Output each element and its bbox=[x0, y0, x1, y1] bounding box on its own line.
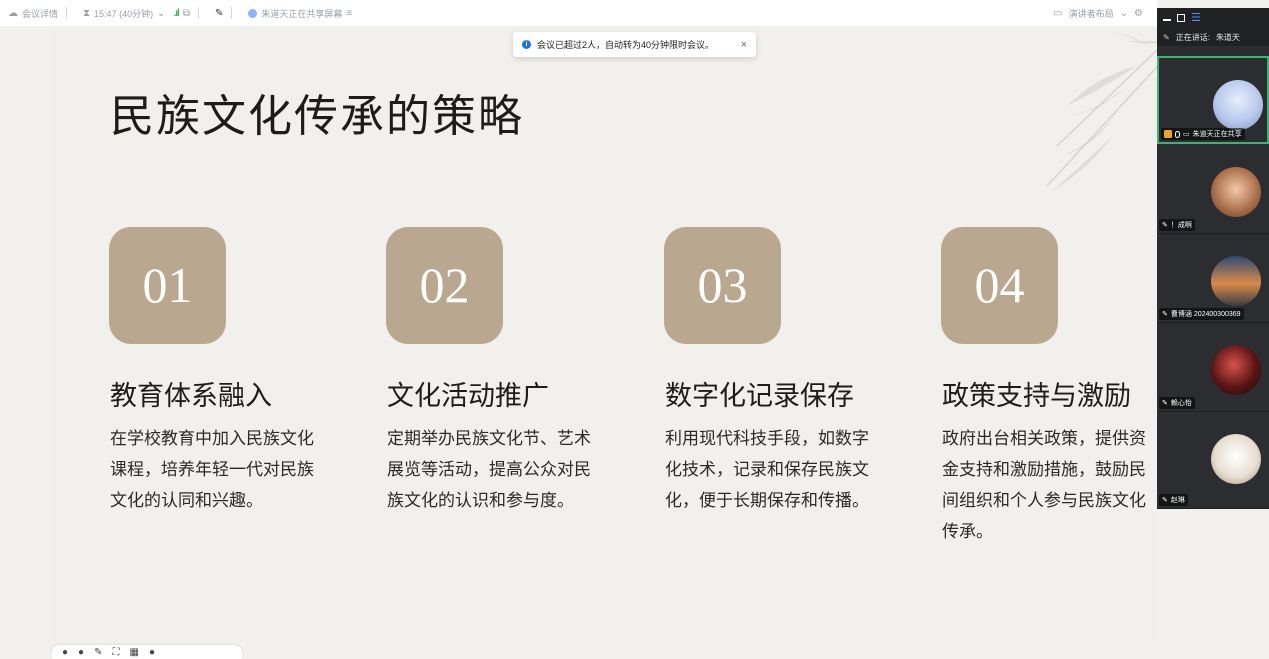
sharing-status[interactable]: 朱道天正在共享屏幕 ≡ bbox=[248, 7, 352, 20]
speaking-indicator: ✎ 正在讲话: 朱道天 bbox=[1157, 28, 1269, 46]
mic-muted-icon: ✎ bbox=[1162, 222, 1168, 229]
mic-muted-icon: ✎ bbox=[1162, 400, 1168, 407]
participant-tile[interactable]: ✎ ！成啊 bbox=[1157, 145, 1269, 234]
speaking-name: 朱道天 bbox=[1215, 32, 1240, 42]
settings-icon[interactable]: ⚙ bbox=[1134, 8, 1143, 19]
participant-tile[interactable]: ✎ 赵琳 bbox=[1157, 412, 1269, 509]
fullscreen-icon[interactable]: ⛶ bbox=[112, 647, 119, 658]
next-icon[interactable]: ● bbox=[78, 647, 84, 658]
mic-muted-icon: ✎ bbox=[1162, 311, 1168, 318]
avatar bbox=[1211, 256, 1261, 306]
participant-tile[interactable]: ✎ 赖心怡 bbox=[1157, 323, 1269, 412]
list-view-icon[interactable]: ☰ bbox=[1191, 13, 1201, 24]
meeting-info-label: 会议详情 bbox=[22, 8, 59, 19]
participant-name-tag: ✎ 赵琳 bbox=[1159, 494, 1188, 506]
mic-muted-icon: ✎ bbox=[1162, 497, 1168, 504]
prev-icon[interactable]: ● bbox=[62, 647, 68, 658]
participant-tile[interactable]: ✎ 曹博涵 202400300369 bbox=[1157, 234, 1269, 323]
slide-title: 民族文化传承的策略 bbox=[110, 91, 524, 142]
app-logo-icon: ☁ bbox=[8, 7, 18, 19]
timer-label: 15:47 (40分钟) bbox=[94, 8, 154, 19]
divider bbox=[197, 7, 199, 19]
card-number-1: 01 bbox=[109, 227, 226, 344]
screen-share-icon: ▭ bbox=[1183, 131, 1190, 138]
chevron-down-icon: ⌄ bbox=[1119, 7, 1129, 19]
slide-toolbar: ● ● ✎ ⛶ ▦ ● bbox=[50, 640, 1157, 659]
grid-icon[interactable]: ▦ bbox=[129, 647, 138, 658]
slide-tools: ● ● ✎ ⛶ ▦ ● bbox=[52, 645, 242, 659]
close-icon[interactable]: × bbox=[741, 39, 747, 51]
timer[interactable]: ⧗ 15:47 (40分钟) ⌄ bbox=[83, 7, 165, 20]
card-number-4: 04 bbox=[941, 227, 1058, 344]
card-desc-1: 在学校教育中加入民族文化课程，培养年轻一代对民族文化的认同和兴趣。 bbox=[110, 429, 314, 511]
chevron-down-icon: ⌄ bbox=[157, 7, 166, 19]
info-icon: i bbox=[522, 40, 531, 49]
card-title-2: 文化活动推广 bbox=[387, 381, 549, 412]
layout-button[interactable]: 演讲者布局 bbox=[1069, 7, 1114, 20]
card-desc-3: 利用现代科技手段，如数字化技术，记录和保存民族文化，便于长期保存和传播。 bbox=[665, 429, 869, 511]
avatar bbox=[1211, 434, 1261, 484]
bamboo-decoration bbox=[1046, 31, 1157, 191]
participant-panel: ☰ ✎ 正在讲话: 朱道天 ▭ 朱道天正在共享 ✎ ！成啊 ✎ 曹博涵 2024… bbox=[1157, 8, 1269, 509]
card-title-1: 教育体系融入 bbox=[110, 381, 272, 412]
avatar bbox=[1213, 80, 1263, 130]
layout-icon: ▭ bbox=[1053, 7, 1063, 19]
card-title-3: 数字化记录保存 bbox=[665, 381, 854, 412]
maximize-icon[interactable] bbox=[1177, 14, 1185, 22]
popout-icon[interactable]: ⧉ bbox=[183, 8, 190, 19]
card-desc-4: 政府出台相关政策，提供资金支持和激励措施，鼓励民间组织和个人参与民族文化传承。 bbox=[942, 429, 1146, 542]
card-title-4: 政策支持与激励 bbox=[942, 381, 1131, 412]
annotation-off-icon[interactable]: ✎ bbox=[215, 8, 223, 19]
participant-name-tag: ✎ ！成啊 bbox=[1159, 219, 1195, 231]
presenter-icon bbox=[1164, 130, 1172, 138]
card-desc-2: 定期举办民族文化节、艺术展览等活动，提高公众对民族文化的认识和参与度。 bbox=[387, 429, 591, 511]
sharing-status-label: 朱道天正在共享屏幕 bbox=[261, 8, 343, 19]
participant-name-tag: ✎ 赖心怡 bbox=[1159, 397, 1195, 409]
menu-icon: ≡ bbox=[346, 7, 353, 19]
mic-icon bbox=[1175, 130, 1180, 138]
card-number-3: 03 bbox=[664, 227, 781, 344]
signal-icon[interactable]: .ıl bbox=[173, 8, 179, 19]
meeting-info-button[interactable]: ☁ 会议详情 bbox=[8, 7, 58, 20]
participant-tile[interactable]: ▭ 朱道天正在共享 bbox=[1157, 56, 1269, 144]
sharer-avatar-icon bbox=[248, 8, 258, 18]
notification-message: 会议已超过2人，自动转为40分钟限时会议。 bbox=[537, 40, 715, 50]
minimize-icon[interactable] bbox=[1163, 18, 1171, 21]
panel-header: ☰ bbox=[1157, 8, 1269, 28]
divider bbox=[66, 7, 68, 19]
meeting-toolbar: ☁ 会议详情 ⧗ 15:47 (40分钟) ⌄ .ıl ⧉ ✎ 朱道天正在共享屏… bbox=[0, 0, 1157, 26]
avatar bbox=[1211, 345, 1261, 395]
hourglass-icon: ⧗ bbox=[83, 7, 91, 19]
pen-icon[interactable]: ✎ bbox=[94, 647, 102, 658]
card-number-2: 02 bbox=[386, 227, 503, 344]
more-icon[interactable]: ● bbox=[149, 647, 155, 658]
mic-muted-icon: ✎ bbox=[1163, 32, 1170, 42]
speaking-label: 正在讲话: bbox=[1175, 32, 1210, 42]
avatar bbox=[1211, 167, 1261, 217]
time-limit-notification: i 会议已超过2人，自动转为40分钟限时会议。 × bbox=[513, 32, 756, 57]
shared-slide: 民族文化传承的策略 01 02 03 04 教育体系融入 文化活动推广 数字化记… bbox=[50, 26, 1157, 640]
participant-name-tag: ✎ 曹博涵 202400300369 bbox=[1159, 308, 1244, 320]
participant-name-tag: ▭ 朱道天正在共享 bbox=[1161, 128, 1245, 140]
divider bbox=[231, 7, 233, 19]
